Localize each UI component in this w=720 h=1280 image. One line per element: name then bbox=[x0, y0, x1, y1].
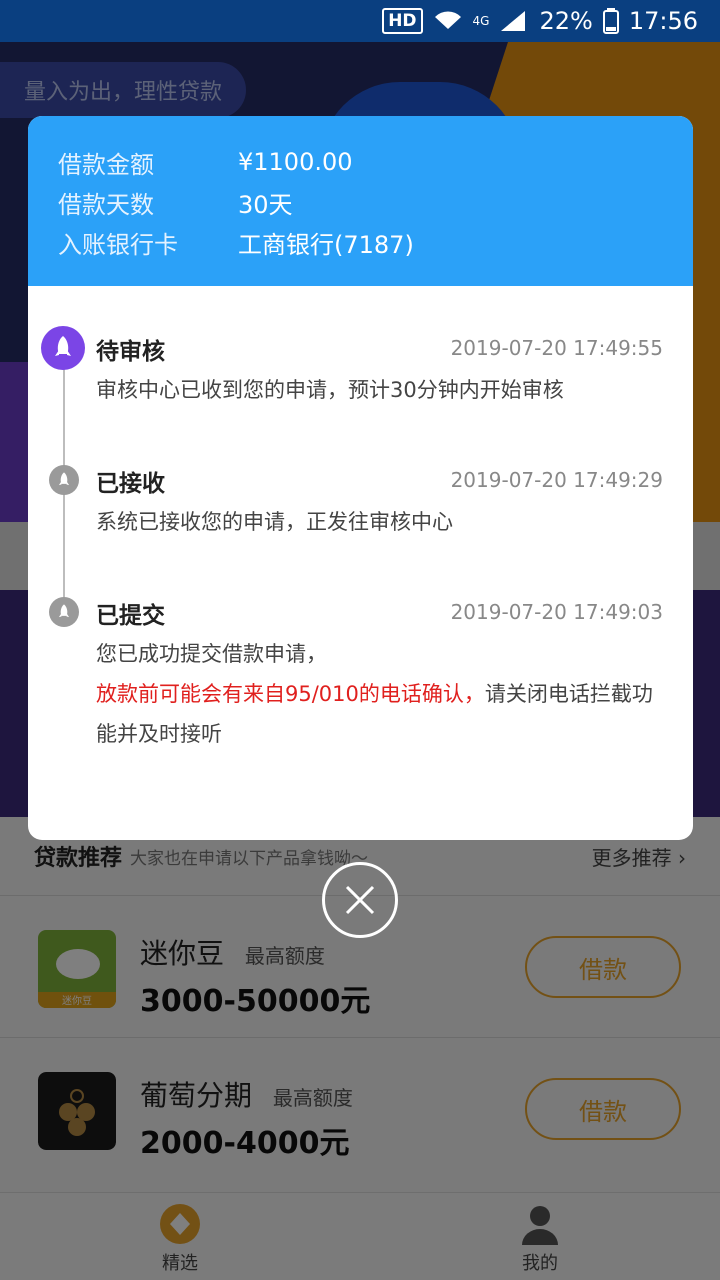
battery-percent: 22% bbox=[539, 7, 593, 35]
step-description: 系统已接收您的申请，正发往审核中心 bbox=[96, 510, 453, 534]
loan-progress-dialog: 借款金额 ¥1100.00 借款天数 30天 入账银行卡 工商银行(7187) … bbox=[28, 116, 693, 840]
info-label: 入账银行卡 bbox=[58, 230, 178, 259]
info-row-days: 借款天数 30天 bbox=[58, 182, 663, 222]
step-title: 待审核 bbox=[96, 339, 165, 365]
step-time: 2019-07-20 17:49:29 bbox=[450, 468, 663, 492]
info-row-bank-card: 入账银行卡 工商银行(7187) bbox=[58, 222, 663, 262]
rocket-icon bbox=[41, 326, 85, 370]
info-label: 借款天数 bbox=[58, 190, 154, 219]
rocket-icon bbox=[49, 597, 79, 627]
loan-days: 30天 bbox=[238, 190, 293, 219]
network-label: 4G bbox=[472, 14, 490, 28]
rocket-icon bbox=[49, 465, 79, 495]
wifi-icon bbox=[434, 11, 461, 29]
info-row-amount: 借款金额 ¥1100.00 bbox=[58, 142, 663, 182]
phone-confirm-warning: 放款前可能会有来自95/010的电话确认， bbox=[96, 682, 485, 706]
close-dialog-button[interactable] bbox=[322, 862, 398, 938]
hd-indicator: HD bbox=[382, 8, 423, 34]
signal-icon bbox=[501, 11, 526, 31]
step-title: 已提交 bbox=[96, 603, 165, 629]
step-description: 审核中心已收到您的申请，预计30分钟内开始审核 bbox=[96, 378, 564, 402]
step-time: 2019-07-20 17:49:03 bbox=[450, 600, 663, 624]
status-bar: HD 4G 22% 17:56 bbox=[0, 0, 720, 42]
clock: 17:56 bbox=[628, 7, 698, 35]
loan-amount: ¥1100.00 bbox=[238, 148, 353, 176]
battery-icon bbox=[602, 8, 619, 34]
bank-card: 工商银行(7187) bbox=[238, 230, 414, 259]
step-time: 2019-07-20 17:49:55 bbox=[450, 336, 663, 360]
loan-info-header: 借款金额 ¥1100.00 借款天数 30天 入账银行卡 工商银行(7187) bbox=[28, 116, 693, 286]
info-label: 借款金额 bbox=[58, 150, 154, 179]
close-icon bbox=[345, 885, 375, 915]
step-description-line: 您已成功提交借款申请， bbox=[96, 642, 327, 666]
step-title: 已接收 bbox=[96, 471, 165, 497]
step-description: 您已成功提交借款申请， 放款前可能会有来自95/010的电话确认，请关闭电话拦截… bbox=[96, 634, 671, 754]
